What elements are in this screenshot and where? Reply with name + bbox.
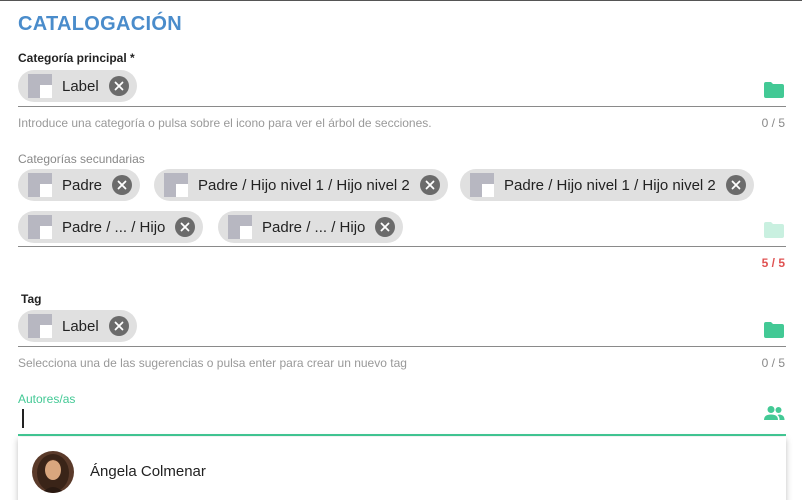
folder-icon[interactable] [764, 82, 784, 98]
chip-label: Padre [62, 176, 103, 194]
avatar [32, 451, 74, 493]
chip-label: Label [62, 317, 99, 335]
text-cursor [22, 409, 24, 428]
secondary-category-chip[interactable]: Padre / ... / Hijo [218, 211, 404, 243]
people-icon[interactable] [763, 405, 785, 421]
chip-label: Padre / ... / Hijo [62, 218, 166, 236]
main-category-chip[interactable]: Label [18, 70, 137, 102]
close-circle-icon[interactable] [175, 217, 196, 237]
close-circle-icon[interactable] [375, 217, 396, 237]
tag-chip[interactable]: Label [18, 310, 137, 342]
tag-label: Tag [21, 292, 42, 306]
main-category-hint: Introduce una categoría o pulsa sobre el… [18, 116, 432, 130]
main-category-underline [18, 106, 786, 107]
image-placeholder-icon [470, 173, 494, 197]
close-circle-icon[interactable] [108, 316, 129, 336]
top-border [0, 0, 802, 1]
chip-label: Label [62, 77, 99, 95]
section-title: CATALOGACIÓN [18, 13, 182, 35]
close-circle-icon[interactable] [419, 175, 440, 195]
image-placeholder-icon [28, 74, 52, 98]
chip-label: Padre / Hijo nivel 1 / Hijo nivel 2 [198, 176, 410, 194]
suggestion-item[interactable]: Ángela Colmenar [18, 437, 786, 500]
secondary-categories-underline [18, 246, 786, 247]
image-placeholder-icon [228, 215, 252, 239]
close-circle-icon[interactable] [108, 76, 129, 96]
main-category-label: Categoría principal * [18, 51, 135, 65]
authors-input[interactable] [18, 405, 758, 433]
close-circle-icon[interactable] [112, 175, 133, 195]
image-placeholder-icon [28, 314, 52, 338]
folder-icon[interactable] [764, 322, 784, 338]
chip-label: Padre / Hijo nivel 1 / Hijo nivel 2 [504, 176, 716, 194]
tag-hint: Selecciona una de las sugerencias o puls… [18, 356, 407, 370]
folder-icon [764, 222, 784, 238]
image-placeholder-icon [28, 215, 52, 239]
tag-counter: 0 / 5 [761, 356, 785, 370]
authors-underline [18, 434, 786, 436]
secondary-categories-counter: 5 / 5 [761, 256, 785, 270]
main-category-counter: 0 / 5 [761, 116, 785, 130]
secondary-category-chip[interactable]: Padre / Hijo nivel 1 / Hijo nivel 2 [154, 169, 448, 201]
secondary-category-chip[interactable]: Padre / Hijo nivel 1 / Hijo nivel 2 [460, 169, 754, 201]
tag-underline [18, 346, 786, 347]
authors-label: Autores/as [18, 392, 76, 406]
image-placeholder-icon [28, 173, 52, 197]
close-circle-icon[interactable] [725, 175, 746, 195]
suggestion-name: Ángela Colmenar [90, 463, 206, 480]
secondary-category-chip[interactable]: Padre / ... / Hijo [18, 211, 204, 243]
chip-label: Padre / ... / Hijo [262, 218, 366, 236]
authors-suggestions-dropdown: Ángela Colmenar [18, 437, 786, 500]
image-placeholder-icon [164, 173, 188, 197]
secondary-categories-label: Categorías secundarias [18, 152, 145, 166]
secondary-category-chip[interactable]: Padre [18, 169, 141, 201]
